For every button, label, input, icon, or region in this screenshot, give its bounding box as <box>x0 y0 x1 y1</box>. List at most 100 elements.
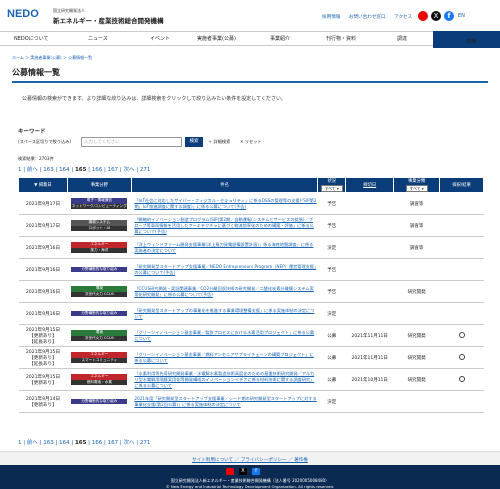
pager-prev[interactable]: 前へ <box>27 440 38 446</box>
type-select-value: すべて <box>409 186 421 191</box>
table-row: 2021年9月16日 エネルギー 風力・海洋 「洋上ウィンドファーム開発支援事業(洋上… <box>18 236 484 259</box>
col-title: 件名 <box>130 177 319 193</box>
footer-facebook-icon[interactable]: f <box>252 468 260 475</box>
footer-copyright: © New Energy and Industrial Technology D… <box>165 484 335 489</box>
subcategory-badge: ネットワーク/コンピューティング <box>71 203 128 210</box>
status-select[interactable]: すべて ▾ <box>320 185 343 192</box>
row-category: 電子・情報通信 ネットワーク/コンピューティング <box>67 192 132 215</box>
pager-last[interactable]: 271 <box>140 167 151 173</box>
pager-prev[interactable]: 前へ <box>27 167 38 173</box>
x-icon[interactable]: X <box>431 11 441 21</box>
col-result: 採択/結果 <box>439 177 484 193</box>
result-count: 検索結果：2703件 <box>18 156 54 161</box>
site-header: NEDO 国立研究開発法人 新エネルギー・産業技術総合開発機構 採用情報 お問い… <box>0 0 500 30</box>
row-result <box>439 346 484 369</box>
advanced-search-link[interactable]: ＋ 詳細検索 <box>208 139 230 145</box>
row-date: 2021年9月15日 【更新あり】 【延長あり】 <box>18 346 68 369</box>
table-row: 2021年9月16日 分野横断的な取り組み 「研究開発型スタートアップ支援事業／NE… <box>18 258 484 281</box>
keyword-search-button[interactable]: 検索 <box>185 137 203 147</box>
nav-item-about[interactable]: NEDOについて <box>14 35 49 42</box>
pager-page[interactable]: 164 <box>59 167 70 173</box>
row-status: 決定 <box>317 302 346 325</box>
row-title-link[interactable]: 「戦略的イノベーション創造プログラム(SIP)第2期／自動運転(システムとサービ… <box>131 214 318 237</box>
pager-last[interactable]: 271 <box>140 440 151 446</box>
nav-item-calls[interactable]: 実施者事業(公募) <box>197 35 236 42</box>
row-category: 分野横断的な取り組み <box>67 258 132 281</box>
col-date[interactable]: ▼ 掲載日 <box>18 177 68 193</box>
col-deadline[interactable]: 締切日 <box>345 177 395 193</box>
row-date: 2021年9月17日 <box>18 214 68 237</box>
pager-first[interactable]: 1 <box>18 440 22 446</box>
nav-item-events[interactable]: イベント <box>150 35 170 42</box>
category-badge: 分野横断的な取り組み <box>71 398 128 405</box>
row-result <box>439 192 484 215</box>
subcategory-badge: ロボット・AI <box>71 225 128 232</box>
row-category: エネルギー 燃料電池・水素 <box>67 368 132 391</box>
row-result <box>439 236 484 259</box>
pager-next[interactable]: 次へ <box>124 440 135 446</box>
pager-page[interactable]: 167 <box>108 167 119 173</box>
pager-page[interactable]: 163 <box>43 167 54 173</box>
pager-page[interactable]: 166 <box>92 167 103 173</box>
row-title-link[interactable]: 「IoT社会に対応したサイバー・フィジカル・セキュリティ」に係るDSSの管理等の… <box>131 192 318 215</box>
pager-page[interactable]: 164 <box>59 440 70 446</box>
row-status: 予告 <box>317 258 346 281</box>
row-date: 2021年9月16日 <box>18 236 68 259</box>
row-type: 調査等 <box>393 214 440 237</box>
org-small-label: 国立研究開発法人 <box>53 8 85 13</box>
row-status: 公募 <box>317 346 346 369</box>
footer-x-icon[interactable]: X <box>239 468 247 475</box>
facebook-icon[interactable]: f <box>444 11 454 21</box>
pager-page[interactable]: 167 <box>108 440 119 446</box>
footer-links[interactable]: サイト利用について ／ プライバシーポリシー ／ 著作権 <box>192 457 308 463</box>
calls-table: ▼ 掲載日 事業分野 件名 状況 すべて ▾ 締切日 事業分類 すべて ▾ 採択/結… <box>18 177 484 413</box>
global-nav: NEDOについて ニュース イベント 実施者事業(公募) 事業紹介 刊行物・資料… <box>0 31 500 48</box>
header-link-access[interactable]: アクセス <box>394 15 412 20</box>
row-date: 2021年9月17日 <box>18 192 68 215</box>
row-category: 機械システム ロボット・AI <box>67 214 132 237</box>
pager-first[interactable]: 1 <box>18 167 22 173</box>
pager-page[interactable]: 163 <box>43 440 54 446</box>
youtube-icon[interactable] <box>418 11 428 21</box>
nav-item-news[interactable]: ニュース <box>88 35 108 42</box>
col-type-label: 事業分類 <box>408 179 426 184</box>
reset-link[interactable]: ✕ リセット <box>240 139 262 145</box>
nav-search-button[interactable]: ⌕ 検索 <box>433 31 500 48</box>
row-title-link[interactable]: 「洋上ウィンドファーム開発支援事業(洋上風力発電設備設置計画)」係る海底地盤調査… <box>131 236 318 259</box>
lang-en-link[interactable]: EN <box>458 13 465 19</box>
category-badge: 分野横断的な取り組み <box>71 310 128 317</box>
footer-youtube-icon[interactable] <box>226 468 234 475</box>
row-title-link[interactable]: 「研究開発型スタートアップの事業化を推進する事業環境整備支援」に係る実施体制の決… <box>131 302 318 325</box>
col-status: 状況 すべて ▾ <box>317 177 347 193</box>
breadcrumb[interactable]: ホーム ＞ 実施者事業(公募) ＞ 公募情報一覧 <box>12 55 92 61</box>
pager-page[interactable]: 166 <box>92 440 103 446</box>
pager-next[interactable]: 次へ <box>124 167 135 173</box>
table-row: 2021年9月16日 分野横断的な取り組み 「研究開発型スタートアップの事業化を推進… <box>18 302 484 325</box>
table-row: 2021年9月14日 【更新あり】 分野横断的な取り組み 2021年度「研究開発型ス… <box>18 390 484 413</box>
row-title-link[interactable]: 「研究開発型スタートアップ支援事業／NEDO Entrepreneurs Pro… <box>131 258 318 281</box>
header-link-recruit[interactable]: 採用情報 <box>322 15 340 20</box>
header-link-contact[interactable]: お問い合わせ窓口 <box>349 15 386 20</box>
table-row: 2021年9月15日 【更新あり】 【延長あり】 環境 次世代火力 CCUS 「グリー… <box>18 324 484 347</box>
row-title-link[interactable]: 2021年度「研究開発型スタートアップ支援事業／シード期の研究開発型スタートアッ… <box>131 390 318 413</box>
nav-item-publications[interactable]: 刊行物・資料 <box>326 35 356 42</box>
row-title-link[interactable]: 「グリーンイノベーション基金事業／燃料アンモニアサプライチェーンの構築プロジェク… <box>131 346 318 369</box>
pager-top: 1 | 前へ | 163 | 164 | 165 | 166 | 167 | 次… <box>18 167 151 173</box>
keyword-sublabel: (スペース区切りで絞り込み) <box>18 139 72 144</box>
table-row: 2021年9月15日 【更新あり】 【延長あり】 エネルギー スマートコミュニティ「… <box>18 346 484 369</box>
row-result <box>439 324 484 347</box>
type-select[interactable]: すべて ▾ <box>405 185 428 192</box>
nedo-logo[interactable]: NEDO <box>7 8 39 20</box>
col-date-label: 掲載日 <box>38 183 52 188</box>
table-row: 2021年9月16日 環境 次世代火力 CCUS 「CCUS研究開発・実証関連事業／C… <box>18 280 484 303</box>
row-title-link[interactable]: 「グリーンイノベーション基金事業／製鉄プロセスにおける水素活用プロジェクト」に係… <box>131 324 318 347</box>
keyword-input[interactable]: 入力してください <box>81 137 182 147</box>
row-deadline <box>345 258 394 281</box>
nav-item-projects[interactable]: 事業紹介 <box>270 35 290 42</box>
row-title-link[interactable]: 「CCUS研究開発・実証関連事業／CO2分離回収技術の研究開発／二酸化炭素分離膜… <box>131 280 318 303</box>
row-result <box>439 214 484 237</box>
lead-text: 公募情報の検索ができます。より詳細な絞り込みは、詳細検索をクリックして絞り込みた… <box>22 96 286 102</box>
nav-item-procurement[interactable]: 調達 <box>397 35 407 42</box>
pager-bottom: 1 | 前へ | 163 | 164 | 165 | 166 | 167 | 次… <box>18 440 151 446</box>
row-title-link[interactable]: 「水素利用等先導研究開発事業／水電解水素製造技術高度化のための基盤技術研究開発／… <box>131 368 318 391</box>
